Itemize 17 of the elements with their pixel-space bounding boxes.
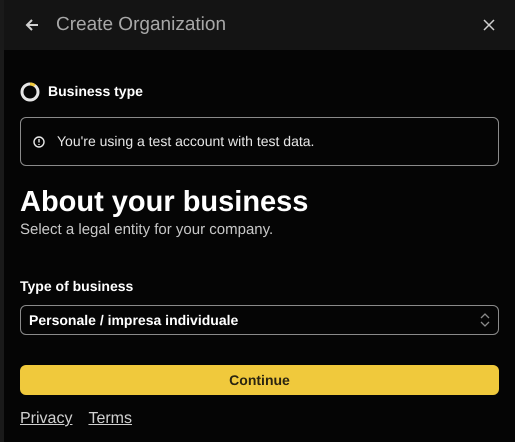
alert-icon <box>33 136 45 148</box>
field-label: Type of business <box>20 277 134 296</box>
window-title: Create Organization <box>56 12 226 37</box>
progress-ring-icon <box>20 82 40 102</box>
business-type-select[interactable]: Personale / impresa individuale <box>20 305 499 335</box>
chevron-up-down-icon <box>480 313 490 327</box>
alert-text: You're using a test account with test data. <box>57 132 314 151</box>
back-arrow-icon <box>24 17 40 33</box>
footer-link[interactable]: Terms <box>88 407 132 431</box>
step-label: Business type <box>48 82 143 101</box>
close-icon <box>483 19 495 31</box>
close-button[interactable] <box>483 19 495 31</box>
page-subtitle: Select a legal entity for your company. <box>20 220 274 240</box>
back-button[interactable] <box>24 17 40 33</box>
page-heading: About your business <box>20 185 310 220</box>
footer-link[interactable]: Privacy <box>20 407 72 431</box>
continue-button[interactable]: Continue <box>20 365 499 395</box>
